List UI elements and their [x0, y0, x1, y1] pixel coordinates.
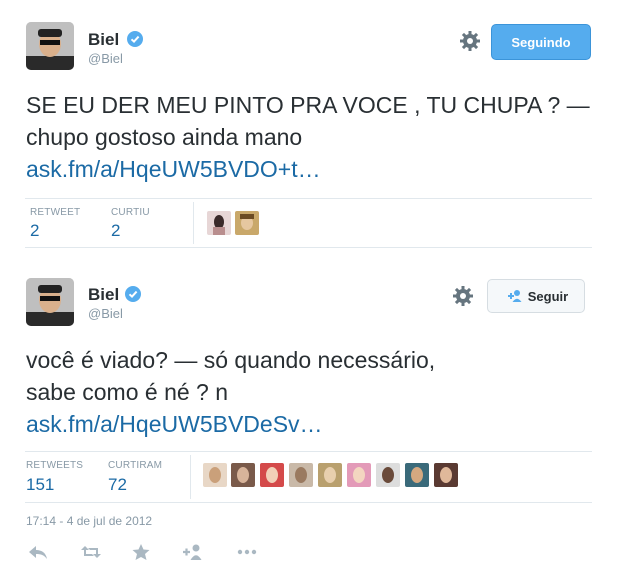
favorite-count-label[interactable]: CURTIRAM	[108, 460, 162, 471]
stats-divider-top	[25, 198, 592, 199]
favorite-count-label[interactable]: CURTIU	[111, 207, 150, 218]
follow-person-icon	[507, 290, 522, 302]
verified-badge-icon	[127, 31, 143, 47]
add-person-icon[interactable]	[181, 543, 203, 561]
user-handle[interactable]: @Biel	[88, 306, 123, 321]
more-dots-icon[interactable]	[236, 543, 258, 561]
stats-divider-bottom	[25, 247, 592, 248]
favoriter-avatar[interactable]	[207, 211, 231, 235]
follow-button-label: Seguir	[527, 288, 569, 304]
favoriter-avatar[interactable]	[318, 463, 342, 487]
favorite-count[interactable]: 2	[111, 221, 120, 241]
gear-icon[interactable]	[459, 30, 481, 52]
favorite-count[interactable]: 72	[108, 475, 127, 495]
tweet-timestamp[interactable]: 17:14 - 4 de jul de 2012	[26, 514, 152, 528]
avatar-image	[26, 22, 74, 70]
tweet-text-body: SE EU DER MEU PINTO PRA VOCE , TU CHUPA …	[26, 92, 590, 150]
stats-divider-top	[25, 451, 592, 452]
user-name[interactable]: Biel	[88, 285, 119, 305]
favoriter-avatar[interactable]	[434, 463, 458, 487]
tweet-1: Biel @Biel Seguindo SE EU DER MEU PINTO …	[0, 0, 620, 250]
favoriter-avatar[interactable]	[203, 463, 227, 487]
retweet-count[interactable]: 2	[30, 221, 39, 241]
user-name[interactable]: Biel	[88, 30, 119, 50]
tweet-text-line1: você é viado? — só quando necessário,	[26, 347, 436, 373]
avatar[interactable]	[26, 22, 74, 70]
user-handle[interactable]: @Biel	[88, 51, 123, 66]
favoriter-avatar[interactable]	[235, 211, 259, 235]
tweet-text: você é viado? — só quando necessário, sa…	[26, 344, 606, 440]
following-button[interactable]: Seguindo	[491, 24, 591, 60]
favoriter-avatar[interactable]	[405, 463, 429, 487]
verified-badge-icon	[125, 286, 141, 302]
avatar[interactable]	[26, 278, 74, 326]
favoriter-avatar[interactable]	[260, 463, 284, 487]
favoriter-avatar[interactable]	[376, 463, 400, 487]
stats-separator	[190, 455, 191, 499]
stats-separator	[193, 202, 194, 244]
tweet-link[interactable]: ask.fm/a/HqeUW5BVDO+t…	[26, 156, 321, 182]
favoriter-avatar[interactable]	[231, 463, 255, 487]
tweet-2: Biel @Biel Seguir você é viado? — só qua…	[0, 250, 620, 579]
avatar-image	[26, 278, 74, 326]
tweet-text: SE EU DER MEU PINTO PRA VOCE , TU CHUPA …	[26, 89, 606, 185]
favoriter-avatar[interactable]	[347, 463, 371, 487]
stats-divider-bottom	[25, 502, 592, 503]
favorite-star-icon[interactable]	[130, 543, 152, 561]
reply-icon[interactable]	[27, 543, 49, 561]
tweet-text-line2: sabe como é né ? n	[26, 379, 229, 405]
tweet-link[interactable]: ask.fm/a/HqeUW5BVDeSv…	[26, 411, 323, 437]
retweet-icon[interactable]	[80, 543, 102, 561]
retweet-count-label[interactable]: RETWEETS	[26, 460, 83, 471]
retweet-count[interactable]: 151	[26, 475, 54, 495]
favoriter-avatar[interactable]	[289, 463, 313, 487]
retweet-count-label[interactable]: RETWEET	[30, 207, 80, 218]
gear-icon[interactable]	[452, 285, 474, 307]
follow-button[interactable]: Seguir	[487, 279, 585, 313]
